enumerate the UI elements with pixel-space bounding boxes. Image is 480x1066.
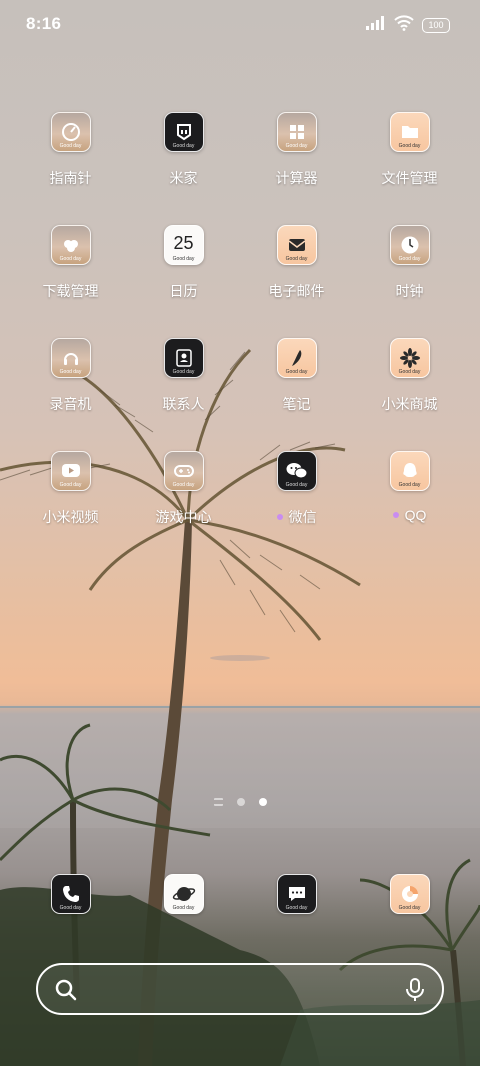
new-dot: [276, 514, 283, 520]
app-file-manager[interactable]: Good day 文件管理: [353, 112, 466, 225]
themes-icon: Good day: [389, 874, 430, 914]
icon-tag: Good day: [285, 369, 308, 375]
signal-icon: [366, 16, 386, 35]
app-label: 录音机: [49, 396, 92, 412]
dock-messages[interactable]: Good day: [240, 874, 353, 914]
dock-browser[interactable]: Good day: [127, 874, 240, 914]
app-mi-store[interactable]: Good day 小米商城: [353, 338, 466, 451]
status-bar: 8:16 100: [0, 0, 480, 50]
app-email[interactable]: Good day 电子邮件: [240, 225, 353, 338]
download-icon: Good day: [50, 225, 91, 265]
calculator-icon: Good day: [276, 112, 317, 152]
dock-themes[interactable]: Good day: [353, 874, 466, 914]
compass-icon: Good day: [50, 112, 91, 152]
calendar-icon: 25 Good day: [163, 225, 204, 265]
video-icon: Good day: [50, 451, 91, 491]
app-compass[interactable]: Good day 指南针: [14, 112, 127, 225]
app-label: 小米视频: [42, 509, 99, 525]
wechat-icon: Good day: [276, 451, 317, 491]
icon-tag: Good day: [172, 143, 195, 149]
wifi-icon: [394, 15, 414, 36]
app-label: 日历: [169, 283, 198, 299]
clock-icon: Good day: [389, 225, 430, 265]
folder-icon: Good day: [389, 112, 430, 152]
app-label: 联系人: [162, 396, 205, 412]
app-label: 下载管理: [42, 283, 99, 299]
calendar-day: 25: [173, 232, 194, 253]
app-label-wrap: 微信: [276, 507, 317, 527]
app-calendar[interactable]: 25 Good day 日历: [127, 225, 240, 338]
app-clock[interactable]: Good day 时钟: [353, 225, 466, 338]
icon-tag: Good day: [59, 256, 82, 262]
icon-tag: Good day: [285, 256, 308, 262]
icon-tag: Good day: [398, 905, 421, 911]
icon-tag: Good day: [285, 482, 308, 488]
icon-tag: Good day: [285, 905, 308, 911]
app-notes[interactable]: Good day 笔记: [240, 338, 353, 451]
browser-icon: Good day: [163, 874, 204, 914]
app-downloads[interactable]: Good day 下载管理: [14, 225, 127, 338]
mail-icon: Good day: [276, 225, 317, 265]
new-dot: [392, 512, 399, 518]
app-label: 米家: [169, 170, 198, 186]
page-list-indicator[interactable]: [213, 798, 223, 806]
app-label: 电子邮件: [268, 283, 325, 299]
status-time: 8:16: [26, 14, 62, 33]
app-wechat[interactable]: Good day 微信: [240, 451, 353, 564]
icon-tag: Good day: [172, 256, 195, 262]
game-center-icon: Good day: [163, 451, 204, 491]
icon-tag: Good day: [398, 143, 421, 149]
icon-tag: Good day: [172, 369, 195, 375]
search-bar[interactable]: [36, 963, 444, 1015]
app-label: 时钟: [395, 283, 424, 299]
app-label: 指南针: [49, 170, 92, 186]
icon-tag: Good day: [59, 905, 82, 911]
status-icons: 100: [366, 15, 450, 36]
icon-tag: Good day: [398, 482, 421, 488]
app-label: 小米商城: [381, 396, 438, 412]
icon-tag: Good day: [59, 482, 82, 488]
dock: Good day Good day Good day Good day: [14, 874, 466, 914]
search-icon[interactable]: [54, 978, 78, 1007]
icon-tag: Good day: [398, 256, 421, 262]
icon-tag: Good day: [285, 143, 308, 149]
icon-tag: Good day: [172, 905, 195, 911]
qq-icon: Good day: [389, 451, 430, 491]
icon-tag: Good day: [172, 482, 195, 488]
page-indicator[interactable]: [0, 798, 480, 806]
app-mi-video[interactable]: Good day 小米视频: [14, 451, 127, 564]
app-mijia[interactable]: Good day 米家: [127, 112, 240, 225]
mijia-icon: Good day: [163, 112, 204, 152]
dock-phone[interactable]: Good day: [14, 874, 127, 914]
battery-icon: 100: [422, 18, 450, 33]
app-game-center[interactable]: Good day 游戏中心: [127, 451, 240, 564]
app-calculator[interactable]: Good day 计算器: [240, 112, 353, 225]
notes-icon: Good day: [276, 338, 317, 378]
mi-store-icon: Good day: [389, 338, 430, 378]
microphone-icon[interactable]: [404, 977, 426, 1008]
app-label: QQ: [404, 507, 427, 523]
recorder-icon: Good day: [50, 338, 91, 378]
contacts-icon: Good day: [163, 338, 204, 378]
app-label: 文件管理: [381, 170, 438, 186]
messages-icon: Good day: [276, 874, 317, 914]
home-screen: 8:16 100 Good day 指南针 Good day 米家 Good d…: [0, 0, 480, 1066]
app-label-wrap: QQ: [392, 507, 427, 523]
app-qq[interactable]: Good day QQ: [353, 451, 466, 564]
app-grid: Good day 指南针 Good day 米家 Good day 计算器 Go…: [14, 112, 466, 564]
phone-icon: Good day: [50, 874, 91, 914]
app-label: 微信: [288, 509, 317, 525]
page-dot[interactable]: [236, 798, 245, 806]
icon-tag: Good day: [59, 143, 82, 149]
app-recorder[interactable]: Good day 录音机: [14, 338, 127, 451]
app-contacts[interactable]: Good day 联系人: [127, 338, 240, 451]
icon-tag: Good day: [59, 369, 82, 375]
app-label: 计算器: [275, 170, 318, 186]
icon-tag: Good day: [398, 369, 421, 375]
app-label: 游戏中心: [155, 509, 212, 525]
app-label: 笔记: [282, 396, 311, 412]
page-dot-active[interactable]: [258, 798, 267, 806]
